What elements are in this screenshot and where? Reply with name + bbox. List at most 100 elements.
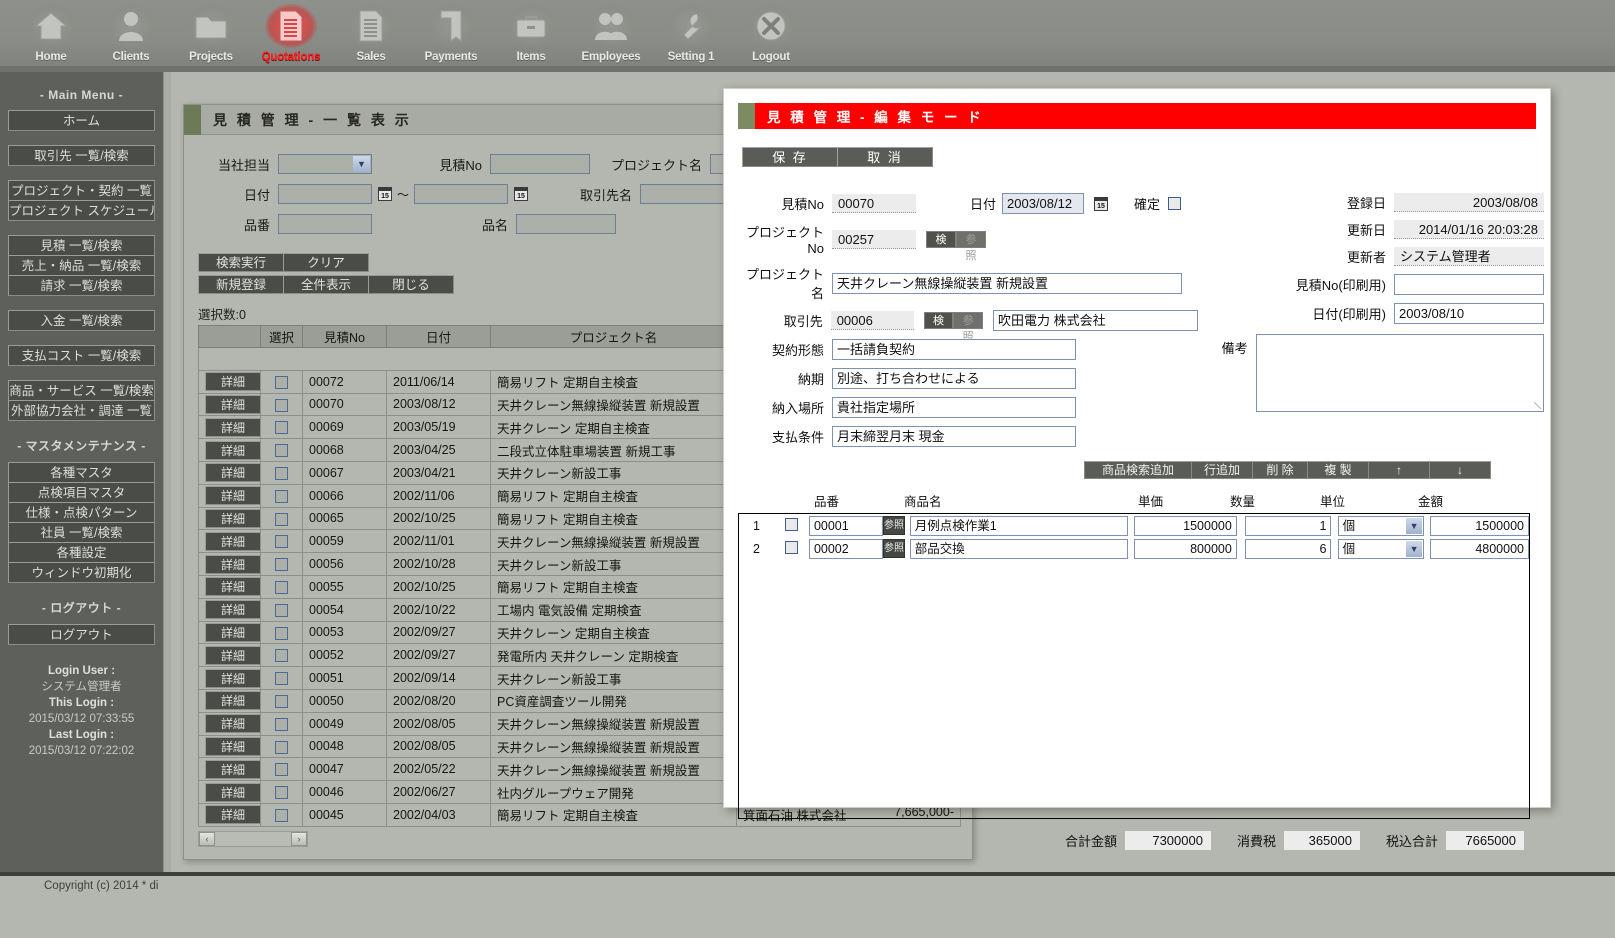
- item-name[interactable]: 月例点検作業1: [909, 515, 1128, 536]
- list-button-閉じる[interactable]: 閉じる: [368, 275, 454, 294]
- items-toolbar-button-2[interactable]: 削 除: [1252, 461, 1308, 479]
- save-button[interactable]: 保 存: [742, 147, 838, 167]
- list-button-検索実行[interactable]: 検索実行: [198, 253, 284, 272]
- item-hinban[interactable]: 00001: [808, 515, 883, 536]
- sidebar-item-group7-0[interactable]: 商品・サービス 一覧/検索: [8, 380, 155, 401]
- toolbar-item-payments[interactable]: Payments: [414, 0, 488, 63]
- toolbar-item-home[interactable]: Home: [14, 0, 88, 63]
- list-button-クリア[interactable]: クリア: [283, 253, 369, 272]
- row-checkbox[interactable]: [275, 535, 288, 549]
- sidebar-item-group9-0[interactable]: ログアウト: [8, 624, 155, 645]
- row-checkbox[interactable]: [275, 375, 288, 389]
- sidebar-item-group4-0[interactable]: 見積 一覧/検索: [8, 235, 155, 256]
- item-amount[interactable]: 4800000: [1430, 538, 1529, 559]
- row-checkbox[interactable]: [275, 626, 288, 640]
- item-qty[interactable]: 6: [1245, 538, 1332, 559]
- item-unit-price[interactable]: 1500000: [1133, 515, 1237, 536]
- field-contract-type[interactable]: 一括請負契約: [832, 339, 1076, 360]
- field-date[interactable]: 2003/08/12: [1002, 193, 1084, 214]
- detail-button[interactable]: 詳細: [205, 782, 260, 802]
- client-search-button[interactable]: 検索: [923, 312, 954, 343]
- item-unit-price[interactable]: 800000: [1133, 538, 1237, 559]
- search-hinmei-input[interactable]: [516, 214, 616, 234]
- row-checkbox[interactable]: [275, 808, 288, 822]
- calendar-icon[interactable]: 15: [1094, 196, 1108, 211]
- sidebar-item-group6-0[interactable]: 支払コスト 一覧/検索: [8, 345, 155, 366]
- field-print-no[interactable]: [1394, 274, 1544, 295]
- sidebar-item-group4-2[interactable]: 請求 一覧/検索: [8, 275, 155, 296]
- item-checkbox[interactable]: [784, 517, 798, 531]
- list-button-全件表示[interactable]: 全件表示: [283, 275, 369, 294]
- client-ref-button[interactable]: 参照: [953, 312, 984, 343]
- detail-button[interactable]: 詳細: [205, 417, 260, 437]
- sidebar-item-group3-1[interactable]: プロジェクト スケジュール: [8, 200, 155, 221]
- sidebar-item-group8-4[interactable]: 各種設定: [8, 542, 155, 563]
- field-payment-terms[interactable]: 月末締翌月末 現金: [832, 426, 1076, 447]
- row-checkbox[interactable]: [275, 603, 288, 617]
- items-toolbar-button-1[interactable]: 行追加: [1191, 461, 1253, 479]
- detail-button[interactable]: 詳細: [205, 805, 260, 825]
- sidebar-item-group8-1[interactable]: 点検項目マスタ: [8, 482, 155, 503]
- kakutei-checkbox[interactable]: [1168, 197, 1181, 210]
- toolbar-item-logout[interactable]: Logout: [734, 0, 808, 63]
- detail-button[interactable]: 詳細: [205, 691, 260, 711]
- detail-button[interactable]: 詳細: [205, 554, 260, 574]
- toolbar-item-sales[interactable]: Sales: [334, 0, 408, 63]
- item-unit-select[interactable]: 個 ▼: [1337, 515, 1425, 536]
- row-checkbox[interactable]: [275, 398, 288, 412]
- row-checkbox[interactable]: [275, 740, 288, 754]
- list-button-新規登録[interactable]: 新規登録: [198, 275, 284, 294]
- detail-button[interactable]: 詳細: [205, 759, 260, 779]
- detail-button[interactable]: 詳細: [205, 714, 260, 734]
- calendar-icon-to[interactable]: 15: [514, 187, 528, 201]
- item-hinban[interactable]: 00002: [808, 538, 883, 559]
- scroll-left-icon[interactable]: ‹: [199, 831, 215, 846]
- search-tantou-select[interactable]: ▼: [278, 154, 372, 174]
- toolbar-item-items[interactable]: Items: [494, 0, 568, 63]
- detail-button[interactable]: 詳細: [205, 463, 260, 483]
- items-toolbar-button-4[interactable]: ↑: [1368, 461, 1430, 479]
- sidebar-item-group5-0[interactable]: 入金 一覧/検索: [8, 310, 155, 331]
- item-name[interactable]: 部品交換: [909, 538, 1128, 559]
- items-toolbar-button-5[interactable]: ↓: [1429, 461, 1491, 479]
- horizontal-scrollbar[interactable]: ‹ ›: [198, 830, 308, 847]
- search-date-to-input[interactable]: [414, 184, 508, 204]
- calendar-icon-from[interactable]: 15: [378, 187, 392, 201]
- sidebar-item-group1-0[interactable]: ホーム: [8, 110, 155, 131]
- row-checkbox[interactable]: [275, 489, 288, 503]
- detail-button[interactable]: 詳細: [205, 440, 260, 460]
- field-remarks[interactable]: [1255, 334, 1544, 412]
- sidebar-item-group8-2[interactable]: 仕様・点検パターン: [8, 502, 155, 523]
- detail-button[interactable]: 詳細: [205, 394, 260, 414]
- item-amount[interactable]: 1500000: [1430, 515, 1529, 536]
- item-qty[interactable]: 1: [1245, 515, 1332, 536]
- detail-button[interactable]: 詳細: [205, 600, 260, 620]
- search-hinban-input[interactable]: [278, 214, 372, 234]
- row-checkbox[interactable]: [275, 694, 288, 708]
- row-checkbox[interactable]: [275, 558, 288, 572]
- row-checkbox[interactable]: [275, 672, 288, 686]
- items-toolbar-button-3[interactable]: 複 製: [1307, 461, 1369, 479]
- toolbar-item-setting-1[interactable]: Setting 1: [654, 0, 728, 63]
- sidebar-item-group8-0[interactable]: 各種マスタ: [8, 462, 155, 483]
- field-project-name[interactable]: 天井クレーン無線操縦装置 新規設置: [832, 272, 1182, 294]
- detail-button[interactable]: 詳細: [205, 736, 260, 756]
- item-row[interactable]: 2 00002 参照 部品交換 800000 6 個 ▼ 4800000: [739, 537, 1529, 560]
- field-client-name[interactable]: 吹田電力 株式会社: [993, 310, 1199, 331]
- field-delivery[interactable]: 別途、打ち合わせによる: [832, 368, 1076, 389]
- row-checkbox[interactable]: [275, 786, 288, 800]
- detail-button[interactable]: 詳細: [205, 531, 260, 551]
- toolbar-item-projects[interactable]: Projects: [174, 0, 248, 63]
- row-checkbox[interactable]: [275, 444, 288, 458]
- row-checkbox[interactable]: [275, 421, 288, 435]
- project-search-button[interactable]: 検索: [926, 230, 956, 262]
- sidebar-item-group2-0[interactable]: 取引先 一覧/検索: [8, 145, 155, 166]
- row-checkbox[interactable]: [275, 717, 288, 731]
- sidebar-item-group8-3[interactable]: 社員 一覧/検索: [8, 522, 155, 543]
- sidebar-item-group8-5[interactable]: ウィンドウ初期化: [8, 562, 155, 583]
- sidebar-item-group4-1[interactable]: 売上・納品 一覧/検索: [8, 255, 155, 276]
- scroll-right-icon[interactable]: ›: [291, 831, 307, 846]
- row-checkbox[interactable]: [275, 580, 288, 594]
- toolbar-item-employees[interactable]: Employees: [574, 0, 648, 63]
- item-row[interactable]: 1 00001 参照 月例点検作業1 1500000 1 個 ▼ 1500000: [739, 514, 1529, 537]
